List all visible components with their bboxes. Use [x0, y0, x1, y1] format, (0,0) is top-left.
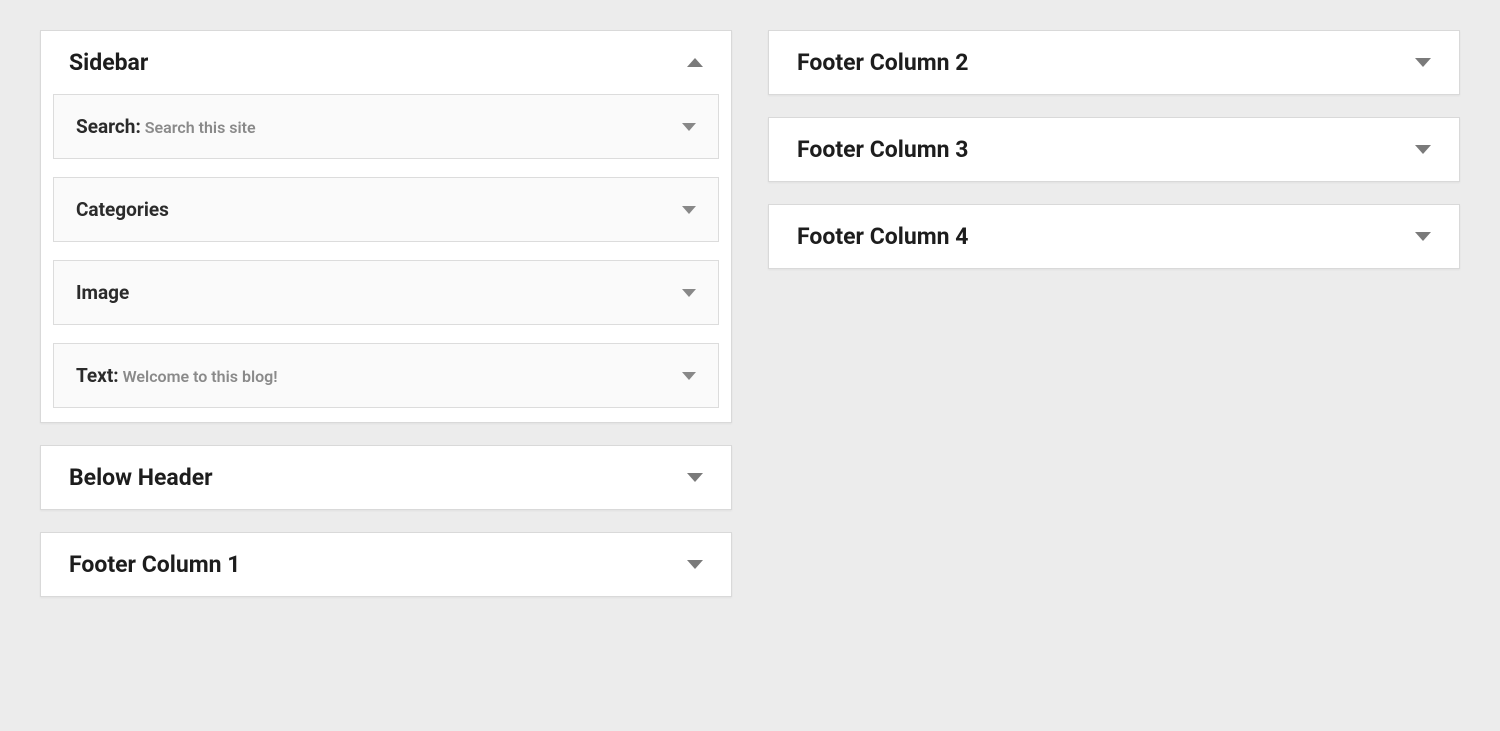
chevron-up-icon: [687, 58, 703, 67]
chevron-down-icon: [1415, 145, 1431, 154]
widget-image[interactable]: Image: [53, 260, 719, 325]
panel-footer-3-title: Footer Column 3: [797, 136, 968, 163]
panel-footer-4-header[interactable]: Footer Column 4: [769, 205, 1459, 268]
panel-sidebar-title: Sidebar: [69, 49, 148, 76]
panel-below-header: Below Header: [40, 445, 732, 510]
panel-footer-2: Footer Column 2: [768, 30, 1460, 95]
chevron-down-icon: [682, 289, 696, 297]
panel-below-header-title: Below Header: [69, 464, 213, 491]
panel-footer-3-header[interactable]: Footer Column 3: [769, 118, 1459, 181]
widget-text-sub: Welcome to this blog!: [119, 367, 278, 386]
widget-image-label: Image: [76, 281, 129, 304]
chevron-down-icon: [682, 372, 696, 380]
widget-categories[interactable]: Categories: [53, 177, 719, 242]
chevron-down-icon: [682, 206, 696, 214]
panel-footer-1: Footer Column 1: [40, 532, 732, 597]
chevron-down-icon: [1415, 232, 1431, 241]
widget-label: Categories: [76, 198, 169, 221]
left-column: Sidebar Search: Search this site Categor…: [40, 30, 732, 597]
widget-text-label: Text:: [76, 364, 119, 387]
widget-search[interactable]: Search: Search this site: [53, 94, 719, 159]
panel-footer-2-title: Footer Column 2: [797, 49, 968, 76]
panel-footer-4-title: Footer Column 4: [797, 223, 968, 250]
widget-text[interactable]: Text: Welcome to this blog!: [53, 343, 719, 408]
panel-below-header-header[interactable]: Below Header: [41, 446, 731, 509]
panel-sidebar: Sidebar Search: Search this site Categor…: [40, 30, 732, 423]
widget-search-label: Search:: [76, 115, 141, 138]
panel-sidebar-header[interactable]: Sidebar: [41, 31, 731, 94]
widget-label: Search: Search this site: [76, 115, 256, 138]
chevron-down-icon: [1415, 58, 1431, 67]
chevron-down-icon: [682, 123, 696, 131]
widget-categories-label: Categories: [76, 198, 169, 221]
panel-footer-4: Footer Column 4: [768, 204, 1460, 269]
widget-label: Image: [76, 281, 129, 304]
panel-sidebar-body: Search: Search this site Categories Imag…: [41, 94, 731, 422]
right-column: Footer Column 2 Footer Column 3 Footer C…: [768, 30, 1460, 597]
panel-footer-1-title: Footer Column 1: [69, 551, 240, 578]
panel-footer-1-header[interactable]: Footer Column 1: [41, 533, 731, 596]
panel-footer-2-header[interactable]: Footer Column 2: [769, 31, 1459, 94]
panel-footer-3: Footer Column 3: [768, 117, 1460, 182]
chevron-down-icon: [687, 473, 703, 482]
widget-search-sub: Search this site: [141, 118, 256, 137]
chevron-down-icon: [687, 560, 703, 569]
widget-label: Text: Welcome to this blog!: [76, 364, 278, 387]
